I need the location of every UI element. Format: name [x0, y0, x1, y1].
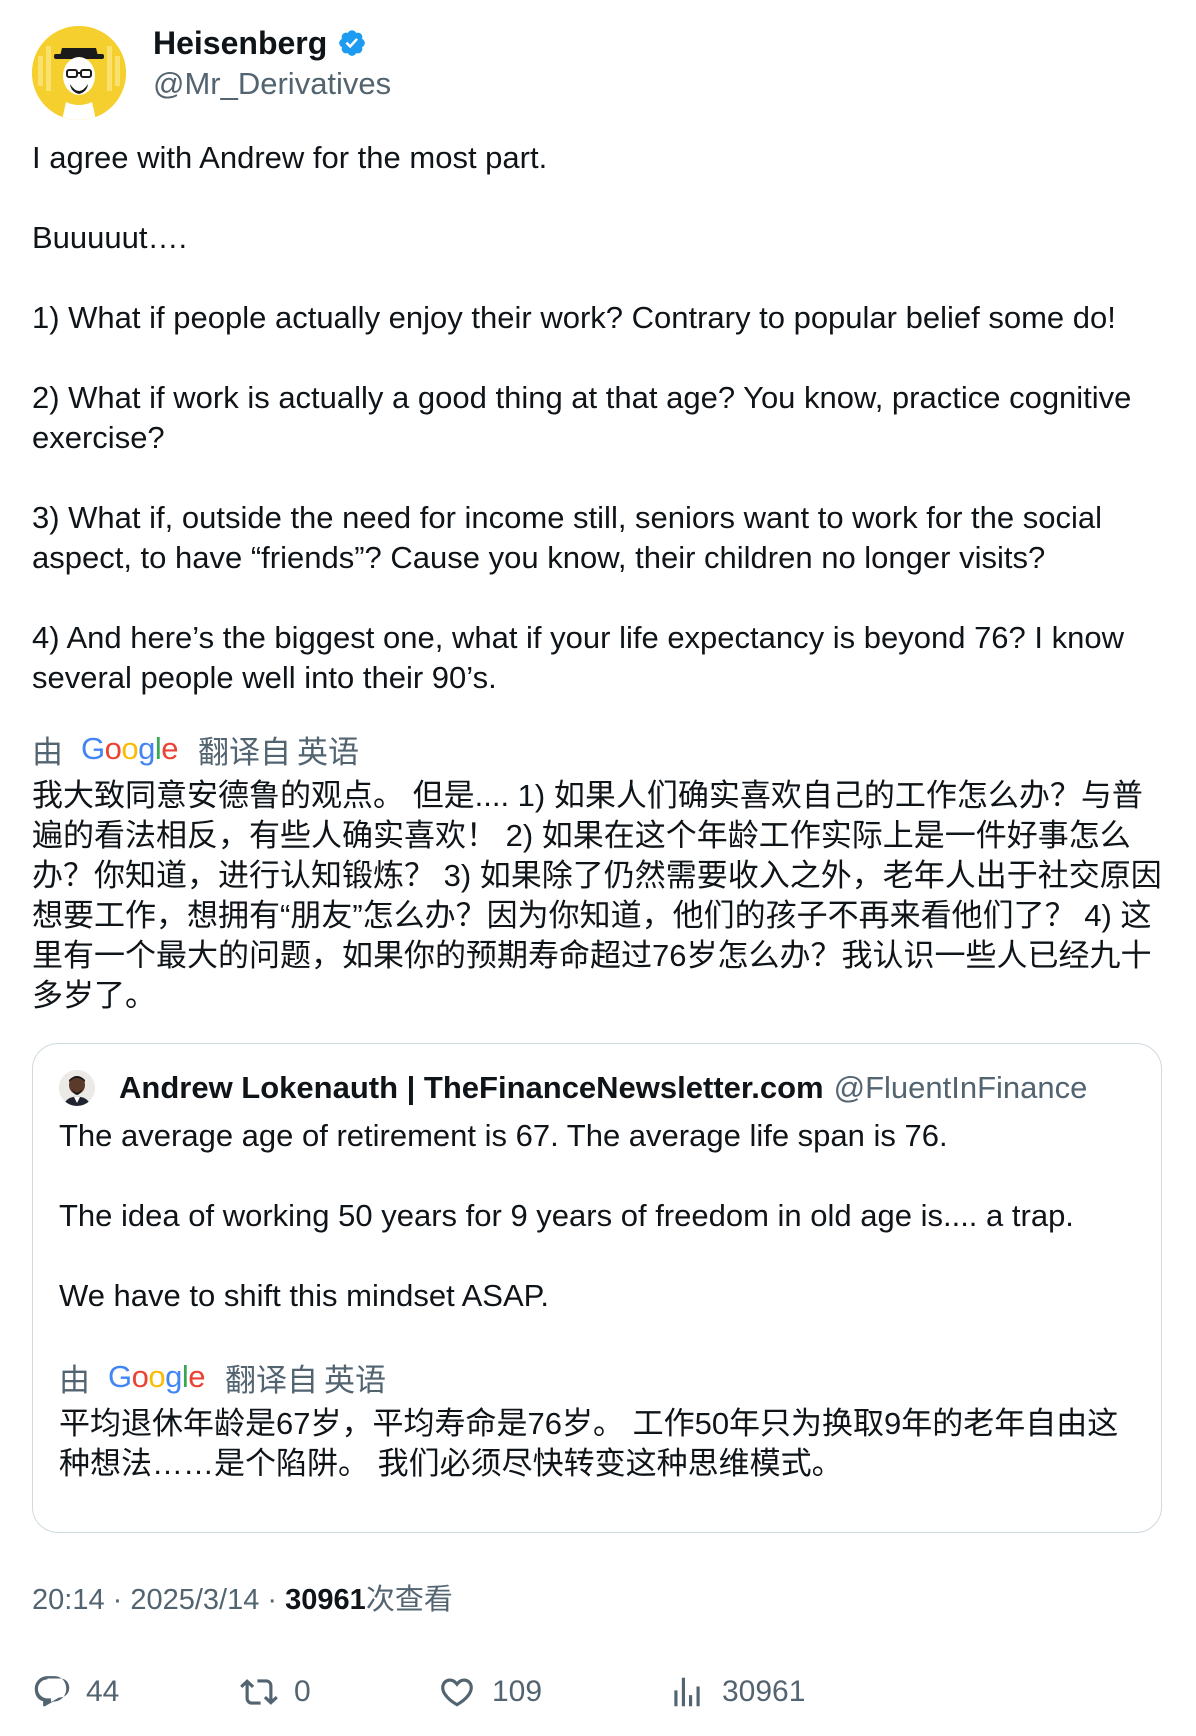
- repost-button[interactable]: 0: [240, 1670, 311, 1714]
- display-name-row: Heisenberg: [153, 26, 391, 60]
- quoted-tweet-translation: 平均退休年龄是67岁，平均寿命是76岁。 工作50年只为换取9年的老年自由这种想…: [59, 1406, 1119, 1481]
- quoted-google-logo: Google: [108, 1359, 206, 1394]
- tweet-translation: 我大致同意安德鲁的观点。 但是.... 1) 如果人们确实喜欢自己的工作怎么办？…: [32, 778, 1162, 1013]
- tweet-text: I agree with Andrew for the most part. B…: [32, 140, 1132, 695]
- translated-by-suffix: 翻译自: [198, 734, 292, 770]
- tweet-header: Heisenberg @Mr_Derivatives: [32, 26, 391, 120]
- meta-separator: ·: [259, 1584, 286, 1616]
- quoted-tweet-header: Andrew Lokenauth | TheFinanceNewsletter.…: [59, 1066, 1087, 1110]
- translated-by-label: 由 Google 翻译自 英语: [32, 726, 359, 772]
- repost-count: 0: [294, 1675, 311, 1708]
- quoted-author-avatar-icon: [59, 1070, 95, 1106]
- reply-button[interactable]: 44: [32, 1670, 119, 1714]
- verified-badge-icon[interactable]: [337, 28, 367, 58]
- heisenberg-avatar-icon: [32, 26, 126, 120]
- tweet-actions-bar: 44 0 109 30961: [32, 1670, 1172, 1714]
- views-action-count: 30961: [722, 1675, 806, 1708]
- quoted-translated-by-label: 由 Google 翻译自 英语: [59, 1354, 386, 1400]
- quoted-author-display-name: Andrew Lokenauth | TheFinanceNewsletter.…: [119, 1070, 824, 1105]
- heart-icon: [441, 1678, 473, 1707]
- views-chart-icon: [674, 1677, 700, 1707]
- views-label: 次查看: [365, 1584, 453, 1616]
- quoted-tweet-text: The average age of retirement is 67. The…: [59, 1118, 1074, 1313]
- author-info: Heisenberg @Mr_Derivatives: [153, 26, 391, 104]
- tweet-detail-page: Heisenberg @Mr_Derivatives I agree with …: [0, 0, 1196, 1736]
- views-button[interactable]: 30961: [668, 1670, 805, 1714]
- tweet-meta: 20:14 · 2025/3/14 · 30961次查看: [32, 1580, 453, 1620]
- google-logo[interactable]: Google: [81, 731, 179, 767]
- quoted-tweet-card[interactable]: Andrew Lokenauth | TheFinanceNewsletter.…: [32, 1043, 1162, 1533]
- translated-by-prefix: 由: [32, 734, 63, 770]
- quoted-translated-by-prefix: 由: [59, 1362, 90, 1398]
- tweet-time[interactable]: 20:14: [32, 1584, 105, 1616]
- quoted-author-avatar: [59, 1070, 95, 1106]
- author-display-name[interactable]: Heisenberg: [153, 26, 327, 60]
- quoted-author-handle: @FluentInFinance: [833, 1070, 1088, 1105]
- tweet-date[interactable]: 2025/3/14: [130, 1584, 259, 1616]
- like-count: 109: [492, 1675, 543, 1708]
- quoted-translated-by-suffix: 翻译自: [225, 1362, 319, 1398]
- repost-icon: [240, 1679, 278, 1705]
- views-count: 30961: [285, 1584, 366, 1616]
- author-handle[interactable]: @Mr_Derivatives: [153, 64, 391, 104]
- quoted-source-language: 英语: [324, 1362, 387, 1398]
- reply-icon: [34, 1676, 70, 1707]
- like-button[interactable]: 109: [438, 1670, 542, 1714]
- reply-count: 44: [86, 1675, 120, 1708]
- source-language: 英语: [297, 734, 360, 770]
- author-avatar[interactable]: [32, 26, 126, 120]
- meta-separator: ·: [104, 1584, 131, 1616]
